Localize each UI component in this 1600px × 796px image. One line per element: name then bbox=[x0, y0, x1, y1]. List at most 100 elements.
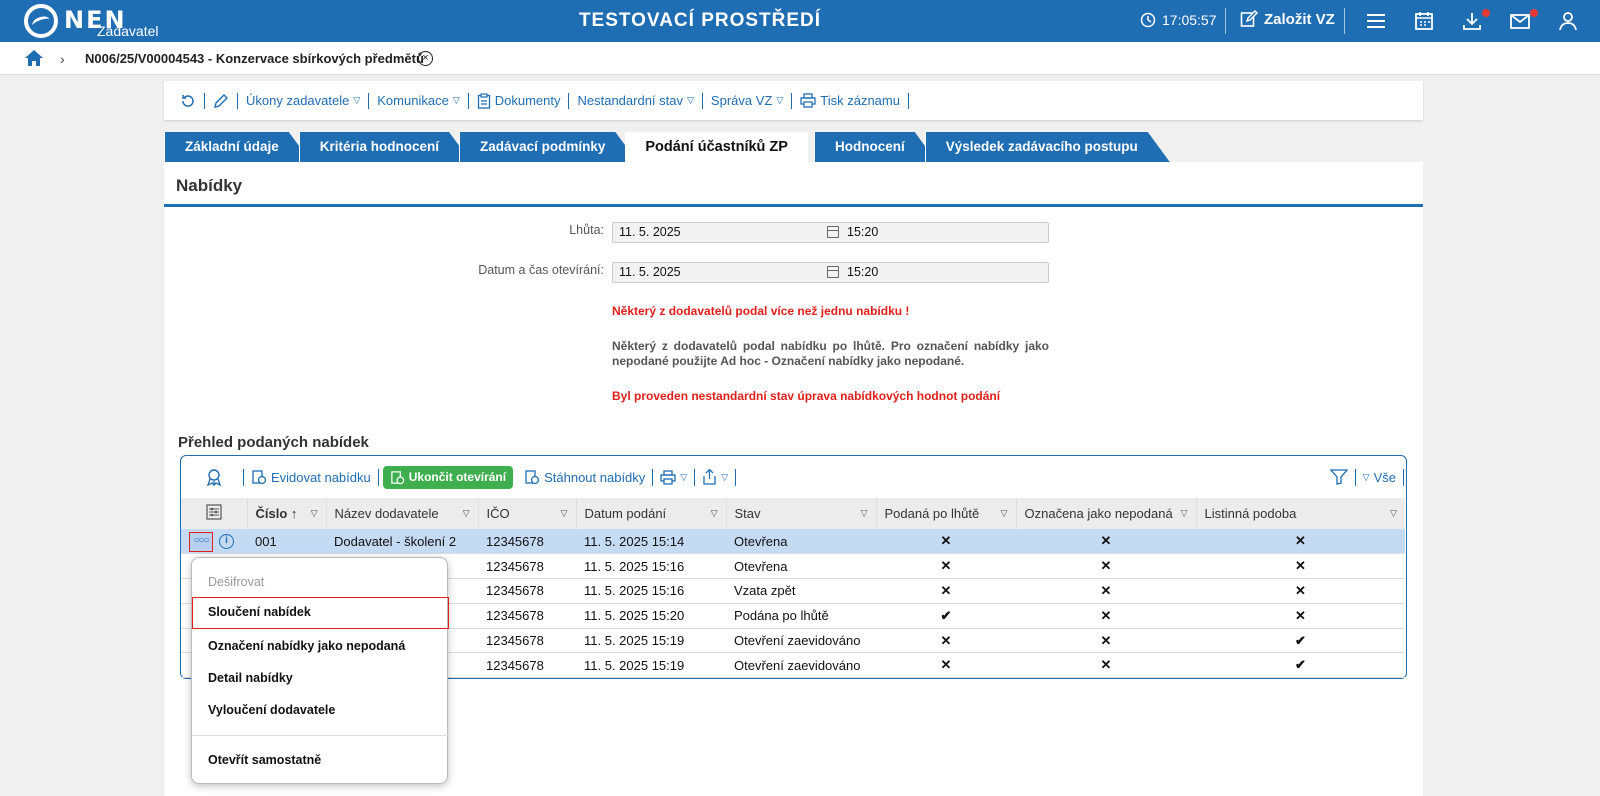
tab-hodnoceni[interactable]: Hodnocení bbox=[814, 132, 937, 162]
stahnout-button[interactable]: Stáhnout nabídky bbox=[517, 469, 652, 485]
evidovat-button[interactable]: Evidovat nabídku bbox=[244, 469, 378, 485]
cross-icon: ✕ bbox=[1100, 533, 1112, 549]
col-po-lhute[interactable]: Podaná po lhůtě ▽ bbox=[876, 498, 1017, 529]
col-datum[interactable]: Datum podání ▽ bbox=[576, 498, 727, 529]
divider bbox=[735, 468, 737, 486]
cell-datum: 11. 5. 2025 15:14 bbox=[576, 529, 726, 555]
divider bbox=[377, 468, 379, 486]
chevron-right-icon: › bbox=[60, 51, 65, 67]
check-icon: ✔ bbox=[940, 607, 952, 623]
cross-icon: ✕ bbox=[940, 632, 952, 648]
cell-ico: 12345678 bbox=[478, 628, 576, 654]
opening-field: 11. 5. 2025 15:20 bbox=[612, 262, 1049, 283]
filter-dropdown-icon[interactable]: ▽ bbox=[861, 508, 868, 519]
download-icon[interactable] bbox=[1461, 11, 1483, 31]
menu-nestandardni-stav[interactable]: Nestandardní stav ▽ bbox=[569, 92, 703, 109]
evidovat-label: Evidovat nabídku bbox=[271, 469, 371, 485]
cross-icon: ✕ bbox=[940, 657, 952, 673]
cross-icon: ✕ bbox=[1100, 558, 1112, 574]
ukoncit-otevirani-button[interactable]: Ukončit otevírání bbox=[382, 465, 514, 489]
cross-icon: ✕ bbox=[1295, 582, 1306, 598]
menu-sprava-vz[interactable]: Správa VZ ▽ bbox=[703, 92, 793, 109]
table-row[interactable]: ○○○ i 001 Dodavatel - školení 2 12345678 11. … bbox=[181, 529, 1405, 555]
deadline-field: 11. 5. 2025 15:20 bbox=[612, 222, 1049, 243]
filter-dropdown-icon[interactable]: ▽ bbox=[711, 508, 718, 519]
tab-bar: Základní údaje Kritéria hodnocení Zadáva… bbox=[164, 132, 1158, 162]
tab-vysledek[interactable]: Výsledek zadávacího postupu bbox=[925, 132, 1170, 162]
filter-dropdown-icon[interactable]: ▽ bbox=[561, 508, 568, 519]
col-listinna[interactable]: Listinná podoba ▽ bbox=[1196, 498, 1405, 529]
create-vz-label: Založit VZ bbox=[1264, 10, 1335, 28]
cell-ico: 12345678 bbox=[478, 652, 576, 679]
menu-nestandardni-label: Nestandardní stav bbox=[577, 93, 683, 108]
column-settings[interactable] bbox=[181, 498, 248, 529]
menu-item-otevrit-samostatne[interactable]: Otevřít samostatně bbox=[192, 744, 449, 776]
menu-item-oznaceni-nepodana[interactable]: Označení nabídky jako nepodaná bbox=[192, 630, 449, 662]
tab-podani[interactable]: Podání účastníků ZP bbox=[625, 132, 808, 162]
section-title: Přehled podaných nabídek bbox=[178, 434, 369, 451]
finish-icon bbox=[391, 470, 404, 484]
refresh-button[interactable] bbox=[172, 92, 205, 109]
warning-late-offer: Některý z dodavatelů podal nabídku po lh… bbox=[612, 339, 1049, 368]
filter-dropdown-icon[interactable]: ▽ bbox=[1001, 508, 1008, 519]
tab-zakladni-udaje[interactable]: Základní údaje bbox=[164, 132, 311, 162]
tab-zadavaci-podminky[interactable]: Zadávací podmínky bbox=[459, 132, 637, 162]
filter-dropdown-icon[interactable]: ▽ bbox=[1390, 508, 1397, 519]
filter-dropdown-icon[interactable]: ▽ bbox=[463, 508, 470, 519]
calendar-icon bbox=[827, 226, 839, 238]
cell-po-lhute: ✕ bbox=[876, 553, 1016, 580]
col-stav[interactable]: Stav ▽ bbox=[726, 498, 877, 529]
filter-dropdown-icon[interactable]: ▽ bbox=[311, 508, 318, 519]
cross-icon: ✕ bbox=[1100, 632, 1112, 648]
menu-ukony[interactable]: Úkony zadavatele ▽ bbox=[238, 92, 370, 109]
filter-button[interactable] bbox=[1323, 469, 1355, 485]
menu-komunikace[interactable]: Komunikace ▽ bbox=[369, 92, 469, 109]
menu-item-vylouceni[interactable]: Vyloučení dodavatele bbox=[192, 694, 449, 726]
menu-item-detail[interactable]: Detail nabídky bbox=[192, 662, 449, 694]
col-nepodana[interactable]: Označena jako nepodaná ▽ bbox=[1016, 498, 1197, 529]
table-header: Číslo ↑ ▽ Název dodavatele ▽ IČO ▽ Datum po… bbox=[181, 498, 1405, 529]
chevron-down-icon: ▽ bbox=[721, 471, 729, 482]
cell-ico: 12345678 bbox=[478, 553, 576, 580]
menu-dokumenty[interactable]: Dokumenty bbox=[469, 92, 570, 109]
cell-datum: 11. 5. 2025 15:19 bbox=[576, 652, 726, 679]
close-icon[interactable]: × bbox=[418, 51, 433, 66]
menu-tisk-label: Tisk záznamu bbox=[820, 93, 900, 108]
user-icon[interactable] bbox=[1557, 11, 1579, 31]
cell-listinna: ✔ bbox=[1196, 628, 1405, 654]
edit-button[interactable] bbox=[205, 92, 238, 109]
filter-dropdown-icon[interactable]: ▽ bbox=[1181, 508, 1188, 519]
cell-listinna: ✕ bbox=[1196, 603, 1405, 629]
export-menu-button[interactable]: ▽ bbox=[695, 469, 735, 485]
tab-kriteria[interactable]: Kritéria hodnocení bbox=[299, 132, 471, 162]
create-vz-button[interactable]: Založit VZ bbox=[1240, 10, 1335, 28]
chevron-down-icon: ▽ bbox=[776, 95, 784, 105]
cell-stav: Otevření zaevidováno bbox=[726, 628, 876, 654]
menu-tisk[interactable]: Tisk záznamu bbox=[792, 92, 909, 109]
opening-date: 11. 5. 2025 bbox=[619, 265, 681, 279]
col-nazev[interactable]: Název dodavatele ▽ bbox=[326, 498, 479, 529]
row-menu-button[interactable]: ○○○ bbox=[189, 531, 213, 552]
cross-icon: ✕ bbox=[1100, 582, 1112, 598]
award-button[interactable] bbox=[181, 468, 243, 486]
cross-icon: ✕ bbox=[940, 533, 952, 549]
print-menu-button[interactable]: ▽ bbox=[653, 469, 694, 485]
clock-time: 17:05:57 bbox=[1162, 12, 1217, 28]
menu-ukony-label: Úkony zadavatele bbox=[246, 93, 350, 108]
chevron-down-icon: ▽ bbox=[452, 95, 460, 105]
menu-icon[interactable] bbox=[1365, 11, 1387, 31]
menu-item-slouceni[interactable]: Sloučení nabídek bbox=[192, 597, 449, 629]
cell-nepodana: ✕ bbox=[1016, 553, 1196, 580]
cell-stav: Otevřena bbox=[726, 553, 876, 580]
chevron-down-icon: ▽ bbox=[353, 95, 361, 105]
info-icon[interactable]: i bbox=[219, 533, 234, 549]
home-icon[interactable] bbox=[24, 49, 44, 67]
calendar-icon[interactable] bbox=[1413, 11, 1435, 31]
cell-po-lhute: ✕ bbox=[876, 652, 1016, 679]
mail-icon[interactable] bbox=[1509, 11, 1531, 31]
menu-komunikace-label: Komunikace bbox=[377, 93, 449, 108]
col-ico[interactable]: IČO ▽ bbox=[478, 498, 577, 529]
view-all-button[interactable]: ▽ Vše bbox=[1356, 470, 1403, 485]
cell-listinna: ✕ bbox=[1196, 529, 1405, 555]
col-cislo[interactable]: Číslo ↑ ▽ bbox=[247, 498, 327, 529]
